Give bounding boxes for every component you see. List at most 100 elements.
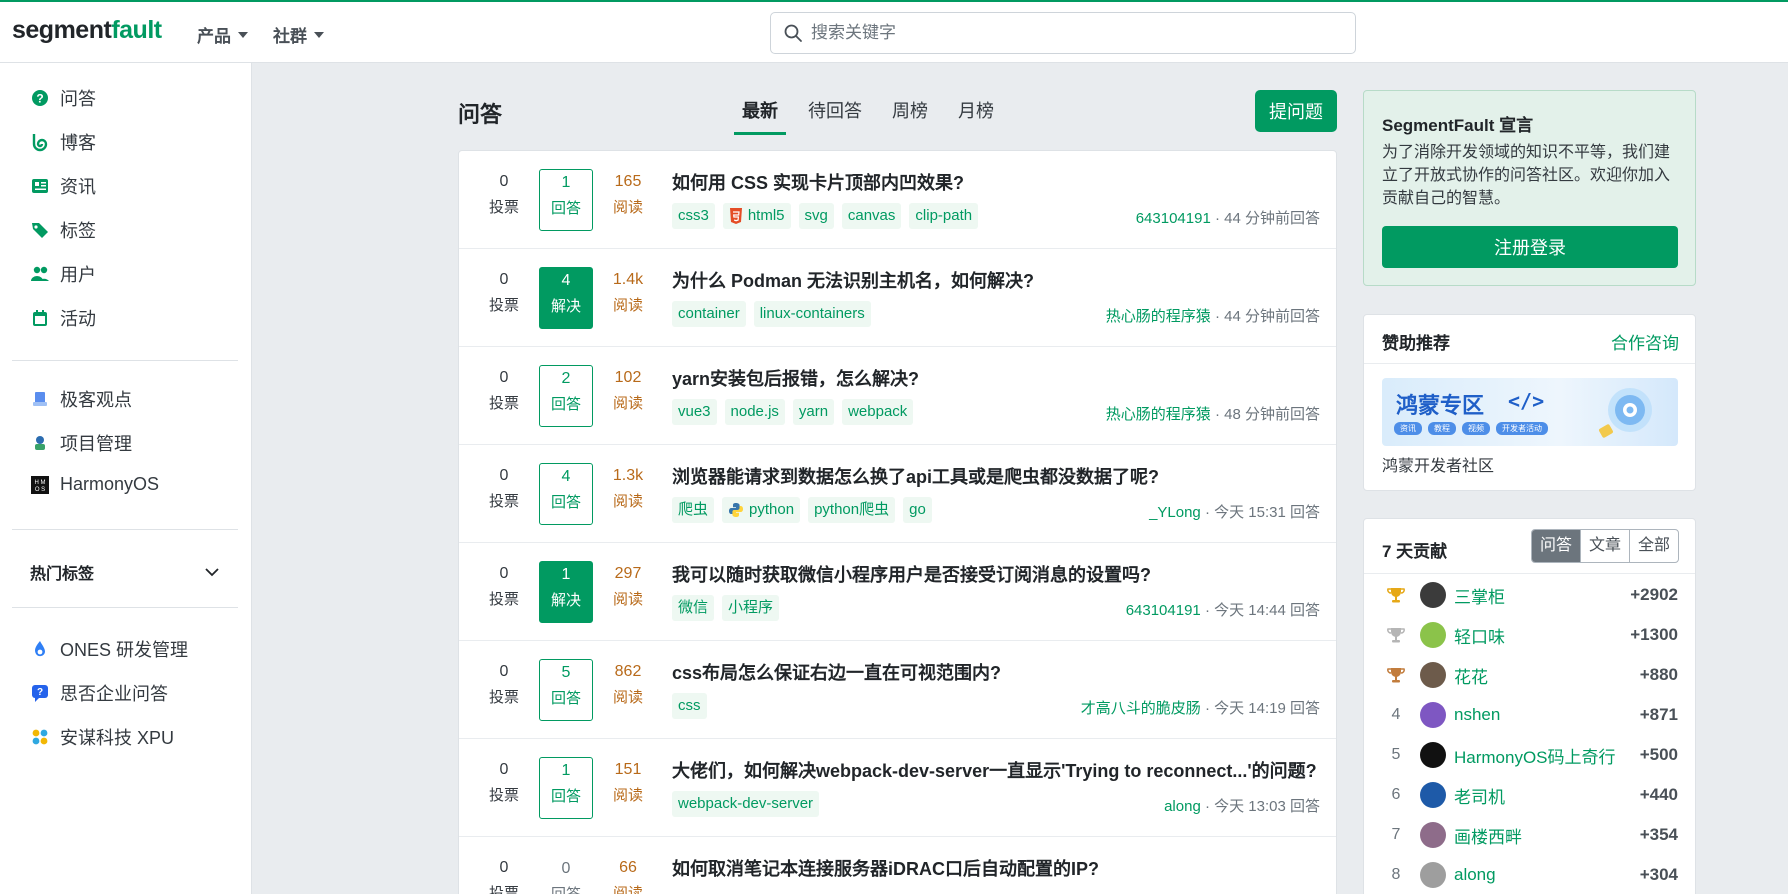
sidebar-item-tags[interactable]: 标签 (30, 217, 96, 243)
answer-time: · 44 分钟前回答 (1214, 308, 1320, 325)
contributor-score: +500 (1639, 745, 1678, 764)
question-title[interactable]: 我可以随时获取微信小程序用户是否接受订阅消息的设置吗? (672, 561, 1151, 587)
answer-author[interactable]: _YLong (1149, 504, 1201, 521)
question-title[interactable]: 如何用 CSS 实现卡片顶部内凹效果? (672, 169, 964, 195)
contributor-row[interactable]: 三掌柜 +2902 (1382, 579, 1678, 611)
avatar[interactable] (1420, 622, 1446, 648)
tag-chip[interactable]: html5 (722, 203, 791, 229)
filter-all[interactable]: 全部 (1628, 530, 1678, 562)
svg-text:?: ? (37, 687, 43, 698)
xpu-icon (32, 729, 48, 745)
contributor-name[interactable]: nshen (1454, 705, 1640, 725)
sidebar-item-ones[interactable]: ONES 研发管理 (30, 636, 188, 662)
nav-community[interactable]: 社群 (273, 22, 324, 47)
sidebar-item-geek[interactable]: 极客观点 (30, 386, 132, 412)
question-row: 0 投票 0 回答 66 阅读 如何取消笔记本连接服务器iDRAC口后自动配置的IP? (459, 837, 1336, 894)
tag-chip[interactable]: container (672, 301, 746, 327)
tag-chip[interactable]: python (722, 497, 801, 523)
tag-chip[interactable]: 微信 (672, 595, 715, 621)
tag-chip[interactable]: yarn (792, 399, 835, 425)
avatar[interactable] (1420, 582, 1446, 608)
sidebar-item-qa[interactable]: ? 问答 (30, 85, 96, 111)
answer-label: 回答 (550, 396, 581, 413)
answer-author[interactable]: 热心肠的程序猿 (1106, 406, 1211, 423)
tag-chip[interactable]: node.js (724, 399, 785, 425)
avatar[interactable] (1420, 662, 1446, 688)
contributor-row[interactable]: 7 画楼西畔 +354 (1382, 819, 1678, 851)
contributor-name[interactable]: HarmonyOS码上奇行 (1454, 743, 1640, 768)
sidebar-item-users[interactable]: 用户 (30, 261, 96, 287)
contributor-name[interactable]: 画楼西畔 (1454, 823, 1640, 848)
tag-chip[interactable]: css (672, 693, 707, 719)
tab-monthly[interactable]: 月榜 (958, 97, 994, 135)
answer-author[interactable]: 才高八斗的脆皮肠 (1081, 700, 1201, 717)
sidebar-item-xpu[interactable]: 安谋科技 XPU (30, 724, 174, 750)
sidebar-item-enterprise-qa[interactable]: ? 思否企业问答 (30, 680, 168, 706)
hot-tags-toggle[interactable]: 热门标签 (30, 560, 220, 584)
contributor-name[interactable]: 老司机 (1454, 783, 1640, 808)
question-title[interactable]: 大佬们，如何解决webpack-dev-server一直显示'Trying to… (672, 757, 1317, 783)
contributor-row[interactable]: 4 nshen +871 (1382, 699, 1678, 731)
register-login-button[interactable]: 注册登录 (1382, 226, 1678, 268)
harmony-banner[interactable]: 鸿蒙专区 </> 资讯 教程 视频 开发者活动 (1382, 378, 1678, 446)
question-title[interactable]: 浏览器能请求到数据怎么换了api工具或是爬虫都没数据了呢? (672, 463, 1159, 489)
avatar[interactable] (1420, 822, 1446, 848)
tab-latest[interactable]: 最新 (734, 97, 786, 135)
hot-tags-label: 热门标签 (30, 566, 95, 583)
question-tags: webpack-dev-server (672, 791, 820, 817)
question-title[interactable]: 如何取消笔记本连接服务器iDRAC口后自动配置的IP? (672, 855, 1099, 881)
tag-chip[interactable]: webpack-dev-server (672, 791, 820, 817)
tag-chip[interactable]: 小程序 (722, 595, 780, 621)
tag-chip[interactable]: clip-path (909, 203, 979, 229)
tag-chip[interactable]: svg (798, 203, 834, 229)
logo[interactable]: segmentfault (12, 16, 162, 45)
question-title[interactable]: css布局怎么保证右边一直在可视范围内? (672, 659, 1001, 685)
filter-qa[interactable]: 问答 (1531, 530, 1580, 562)
search-input[interactable] (811, 21, 1331, 45)
tag-chip[interactable]: vue3 (672, 399, 717, 425)
filter-articles[interactable]: 文章 (1579, 530, 1629, 562)
question-title[interactable]: 为什么 Podman 无法识别主机名，如何解决? (672, 267, 1034, 293)
answer-author[interactable]: 热心肠的程序猿 (1106, 308, 1211, 325)
cooperation-link[interactable]: 合作咨询 (1611, 329, 1679, 354)
contributor-name[interactable]: 花花 (1454, 663, 1640, 688)
tab-unanswered[interactable]: 待回答 (808, 97, 862, 135)
sidebar-item-project[interactable]: 项目管理 (30, 430, 132, 456)
contributor-row[interactable]: 轻口味 +1300 (1382, 619, 1678, 651)
contributor-name[interactable]: 轻口味 (1454, 623, 1630, 648)
answer-author[interactable]: along (1164, 798, 1201, 815)
question-row: 0 投票 4 解决 1.4k 阅读 为什么 Podman 无法识别主机名，如何解决? cont… (459, 249, 1336, 347)
tag-chip[interactable]: canvas (841, 203, 902, 229)
avatar[interactable] (1420, 782, 1446, 808)
tab-weekly[interactable]: 周榜 (892, 97, 928, 135)
contributor-name[interactable]: 三掌柜 (1454, 583, 1630, 608)
sidebar-item-events[interactable]: 活动 (30, 305, 96, 331)
answer-author[interactable]: 643104191 (1136, 210, 1211, 227)
nav-products[interactable]: 产品 (197, 22, 248, 47)
sidebar-item-blog[interactable]: 博客 (30, 129, 96, 155)
contributor-row[interactable]: 5 HarmonyOS码上奇行 +500 (1382, 739, 1678, 771)
question-title[interactable]: yarn安装包后报错，怎么解决? (672, 365, 919, 391)
ones-icon (35, 641, 45, 657)
answer-author[interactable]: 643104191 (1126, 602, 1201, 619)
tag-chip[interactable]: go (903, 497, 932, 523)
contributor-row[interactable]: 6 老司机 +440 (1382, 779, 1678, 811)
tag-chip[interactable]: python爬虫 (808, 497, 896, 523)
avatar[interactable] (1420, 862, 1446, 888)
contributor-row[interactable]: 8 along +304 (1382, 859, 1678, 891)
view-number: 151 (614, 761, 642, 778)
sidebar-item-harmonyos[interactable]: H MO S HarmonyOS (30, 474, 159, 495)
tag-chip[interactable]: linux-containers (753, 301, 871, 327)
sidebar-item-news[interactable]: 资讯 (30, 173, 96, 199)
chevron-down-icon (205, 568, 219, 577)
contributor-name[interactable]: along (1454, 865, 1640, 885)
question-tags: vue3 node.js yarn webpack (672, 399, 914, 425)
tag-chip[interactable]: webpack (842, 399, 914, 425)
ask-question-button[interactable]: 提问题 (1255, 90, 1337, 132)
svg-text:H M: H M (35, 480, 46, 486)
avatar[interactable] (1420, 742, 1446, 768)
tag-chip[interactable]: 爬虫 (672, 497, 715, 523)
contributor-row[interactable]: 花花 +880 (1382, 659, 1678, 691)
avatar[interactable] (1420, 702, 1446, 728)
tag-chip[interactable]: css3 (672, 203, 715, 229)
